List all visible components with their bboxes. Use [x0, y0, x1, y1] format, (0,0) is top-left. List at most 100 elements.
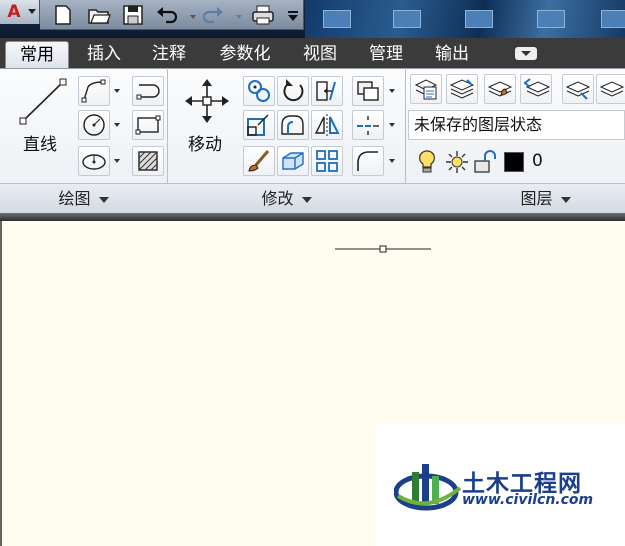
customize-icon — [288, 11, 298, 21]
autocad-logo-icon: A — [7, 2, 21, 22]
modify-panel-title-label: 修改 — [261, 189, 294, 208]
new-file-icon — [55, 5, 71, 25]
polyline-button[interactable] — [78, 76, 110, 106]
layer-match-button[interactable] — [484, 74, 516, 104]
crosshair-cursor-box — [379, 245, 387, 253]
array-icon — [316, 150, 338, 172]
tab-view[interactable]: 视图 — [292, 41, 348, 68]
desktop-tile — [393, 10, 421, 28]
explode-button[interactable] — [352, 110, 384, 140]
desktop-tile — [323, 10, 351, 28]
current-layer-dropdown[interactable]: 0 — [408, 146, 625, 178]
tab-parametric[interactable]: 参数化 — [206, 41, 284, 68]
stretch-icon — [281, 115, 304, 135]
watermark-url: www.civilcn.com — [462, 492, 594, 508]
circle-icon — [83, 114, 105, 136]
layer-color-swatch — [504, 152, 524, 172]
undo-button[interactable] — [154, 3, 180, 27]
layer-walk-button[interactable] — [596, 74, 625, 104]
line-tool-button[interactable] — [14, 76, 70, 126]
array-button[interactable] — [311, 146, 343, 176]
rectangle-icon — [135, 115, 161, 135]
paintbrush-icon — [248, 150, 270, 172]
current-layer-name: 0 — [532, 151, 543, 171]
desktop-tile — [601, 10, 625, 28]
autocad-window: A 常用 插入 注释 参数化 视图 管理 输出 直线 移动 未保存的图层状态 0… — [0, 0, 625, 546]
ellipse-dropdown[interactable] — [111, 146, 123, 176]
layer-walk-icon — [599, 81, 625, 97]
fillet-button[interactable] — [352, 146, 384, 176]
circle-dropdown[interactable] — [111, 110, 123, 140]
layers-panel-title[interactable]: 图层 — [406, 184, 625, 214]
lightbulb-icon — [419, 150, 435, 173]
ellipse-button[interactable] — [78, 146, 110, 176]
chevron-down-icon — [560, 196, 571, 203]
scale-icon — [247, 114, 269, 136]
save-button[interactable] — [120, 3, 146, 27]
open-folder-icon — [88, 9, 111, 24]
tab-output[interactable]: 输出 — [423, 41, 481, 68]
polyline-dropdown[interactable] — [111, 76, 123, 106]
stretch-button[interactable] — [277, 110, 309, 140]
save-icon — [123, 5, 143, 25]
desktop-tile — [537, 10, 565, 28]
layer-states-button[interactable] — [446, 74, 478, 104]
print-button[interactable] — [250, 3, 276, 27]
customize-qat-button[interactable] — [280, 3, 298, 27]
move-tool-label: 移动 — [188, 135, 222, 155]
layer-previous-button[interactable] — [520, 74, 552, 104]
trim-button[interactable] — [311, 76, 343, 106]
line-tool-label: 直线 — [23, 135, 57, 155]
ribbon-tab-bar: 常用 插入 注释 参数化 视图 管理 输出 — [0, 38, 625, 68]
modify-panel-title[interactable]: 修改 — [168, 184, 405, 214]
circle-button[interactable] — [78, 110, 110, 140]
hatch-button[interactable] — [132, 146, 164, 176]
layer-properties-icon — [414, 79, 438, 100]
draw-order-icon — [357, 81, 379, 101]
layer-properties-button[interactable] — [410, 74, 442, 104]
draw-panel-title[interactable]: 绘图 — [0, 184, 167, 214]
unlock-icon — [474, 150, 496, 173]
quick-access-toolbar: A — [0, 0, 625, 38]
undo-dropdown[interactable] — [180, 3, 196, 27]
layer-isolate-button[interactable] — [562, 74, 594, 104]
layer-match-icon — [487, 81, 513, 97]
rotate-button[interactable] — [277, 76, 309, 106]
spline-icon — [136, 84, 160, 100]
draw-panel-title-label: 绘图 — [58, 189, 91, 208]
desktop-tile — [465, 10, 493, 28]
rectangle-button[interactable] — [132, 110, 164, 140]
move-icon — [185, 79, 229, 123]
redo-button[interactable] — [200, 3, 226, 27]
box-icon — [282, 152, 304, 170]
redo-dropdown[interactable] — [226, 3, 242, 27]
layer-state-dropdown[interactable]: 未保存的图层状态 — [408, 110, 625, 140]
tab-home[interactable]: 常用 — [5, 41, 69, 68]
new-file-button[interactable] — [50, 3, 76, 27]
layer-isolate-icon — [565, 81, 591, 100]
tab-annotate[interactable]: 注释 — [139, 41, 199, 68]
spline-button[interactable] — [132, 76, 164, 106]
chevron-down-icon — [28, 9, 36, 14]
line-icon — [19, 78, 67, 125]
undo-icon — [157, 7, 178, 24]
application-menu-button[interactable]: A — [0, 0, 40, 24]
copy-button[interactable] — [243, 76, 275, 106]
draw-order-dropdown[interactable] — [386, 76, 398, 106]
move-tool-button[interactable] — [182, 76, 230, 124]
fillet-dropdown[interactable] — [386, 146, 398, 176]
tab-insert[interactable]: 插入 — [74, 41, 134, 68]
trim-icon — [316, 81, 336, 101]
mirror-button[interactable] — [311, 110, 343, 140]
offset-3d-button[interactable] — [277, 146, 309, 176]
tab-manage[interactable]: 管理 — [357, 41, 415, 68]
open-file-button[interactable] — [86, 3, 112, 27]
scale-button[interactable] — [243, 110, 275, 140]
draw-order-button[interactable] — [352, 76, 384, 106]
ribbon-bottom-border — [0, 213, 625, 221]
modify-dropdown[interactable] — [386, 110, 398, 140]
site-watermark: 土木工程网 www.civilcn.com — [376, 424, 625, 546]
minimize-ribbon-button[interactable] — [515, 47, 537, 60]
match-properties-button[interactable] — [243, 146, 275, 176]
chevron-down-icon — [98, 196, 109, 203]
